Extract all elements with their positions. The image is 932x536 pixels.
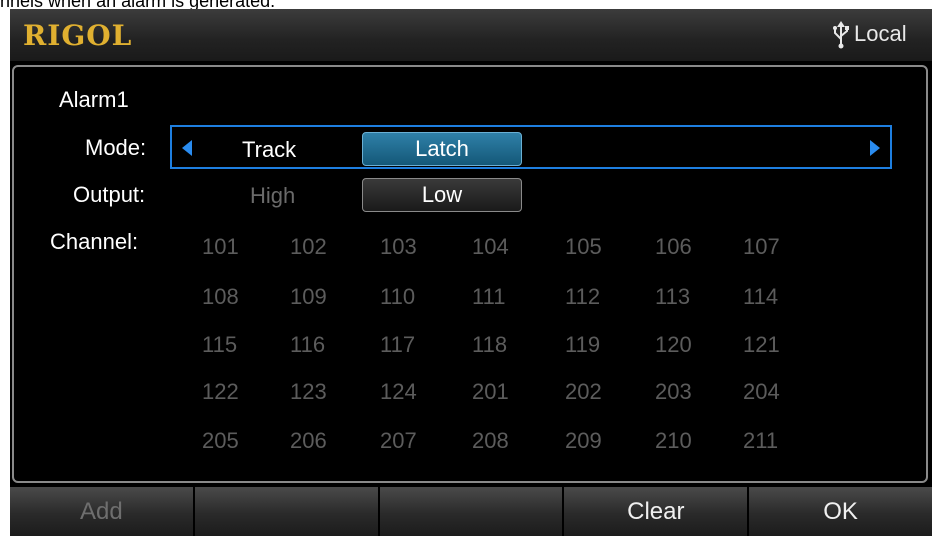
channel-item: 118: [472, 332, 508, 357]
blank-softkey-2[interactable]: [194, 487, 380, 536]
channel-item: 209: [565, 428, 602, 453]
usb-icon: [833, 21, 849, 49]
instrument-screen: RIGOL Local Alarm1 Mode: Track Latch Out…: [10, 9, 932, 536]
channel-item: 113: [655, 284, 691, 309]
channel-item: 205: [202, 428, 239, 453]
channel-item: 203: [655, 379, 692, 404]
channel-item: 107: [743, 234, 780, 259]
channel-item: 115: [202, 332, 238, 357]
arrow-left-icon[interactable]: [182, 140, 192, 156]
channel-item: 116: [290, 332, 326, 357]
title-bar: RIGOL Local: [10, 9, 932, 61]
channel-item: 211: [743, 428, 779, 453]
channel-item: 121: [743, 332, 780, 357]
channel-item: 114: [743, 284, 779, 309]
arrow-right-icon[interactable]: [870, 140, 880, 156]
channel-item: 108: [202, 284, 239, 309]
channel-item: 105: [565, 234, 602, 259]
output-label: Output:: [73, 182, 146, 207]
channel-item: 102: [290, 234, 327, 259]
channel-item: 109: [290, 284, 327, 309]
channel-item: 101: [202, 234, 239, 259]
rigol-logo: RIGOL: [23, 19, 133, 52]
ok-softkey[interactable]: OK: [749, 487, 932, 536]
clear-softkey[interactable]: Clear: [564, 487, 750, 536]
channel-item: 201: [472, 379, 509, 404]
channel-item: 120: [655, 332, 692, 357]
channel-item: 119: [565, 332, 601, 357]
channel-item: 117: [380, 332, 416, 357]
channel-item: 208: [472, 428, 509, 453]
channel-item: 123: [290, 379, 327, 404]
output-option-low[interactable]: Low: [362, 178, 522, 212]
channel-item: 206: [290, 428, 327, 453]
alarm-title: Alarm1: [59, 87, 129, 112]
mode-label: Mode:: [85, 135, 147, 160]
softkey-menu: Add Clear OK: [10, 487, 932, 536]
channel-item: 110: [380, 284, 416, 309]
channel-item: 124: [380, 379, 417, 404]
channel-item: 202: [565, 379, 602, 404]
mode-option-latch[interactable]: Latch: [362, 132, 522, 166]
channel-item: 106: [655, 234, 692, 259]
channel-item: 112: [565, 284, 601, 309]
channel-item: 210: [655, 428, 692, 453]
add-softkey[interactable]: Add: [10, 487, 195, 536]
channel-item: 207: [380, 428, 417, 453]
channel-item: 204: [743, 379, 780, 404]
remote-status: Local: [854, 21, 907, 46]
channel-item: 122: [202, 379, 239, 404]
blank-softkey-3[interactable]: [379, 487, 565, 536]
channel-label: Channel:: [50, 229, 139, 254]
mode-option-track[interactable]: Track: [242, 137, 296, 163]
channel-item: 111: [472, 284, 506, 309]
channel-item: 104: [472, 234, 509, 259]
output-option-high: High: [250, 183, 296, 208]
channel-item: 103: [380, 234, 417, 259]
